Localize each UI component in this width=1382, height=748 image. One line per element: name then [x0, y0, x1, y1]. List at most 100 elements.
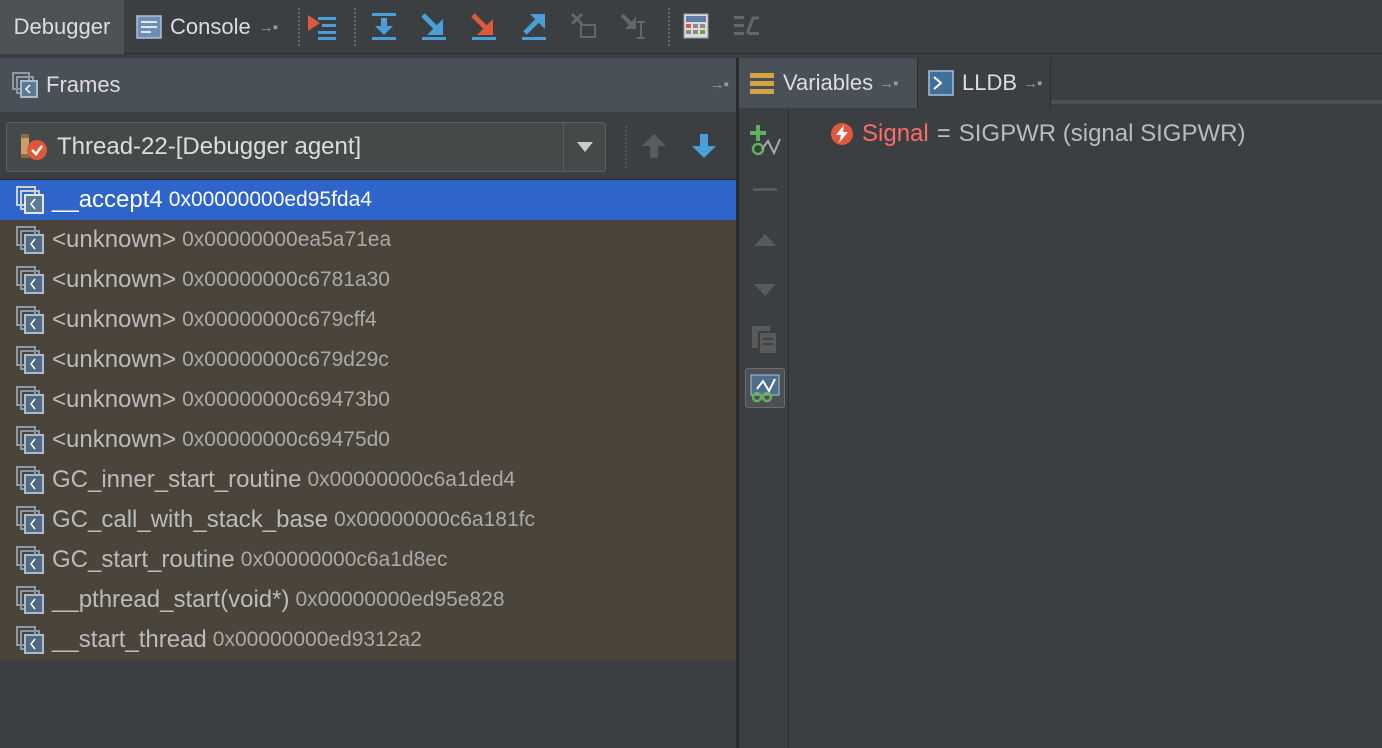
thread-dropdown-button[interactable]: [563, 123, 605, 171]
tab-debugger[interactable]: Debugger: [0, 0, 124, 54]
pin-icon[interactable]: →▪: [710, 76, 729, 93]
frame-address: 0x00000000ed95e828: [295, 588, 505, 611]
step-out-button[interactable]: [516, 8, 552, 44]
debugger-tab-label: Debugger: [13, 14, 111, 39]
frame-name: GC_start_routine: [52, 546, 235, 573]
thread-toolbar: Thread-22-[Debugger agent]: [0, 112, 738, 180]
frame-address: 0x00000000c679d29c: [182, 348, 389, 371]
move-watch-up-button[interactable]: [745, 220, 785, 260]
frame-row[interactable]: <unknown> 0x00000000c679d29c: [0, 340, 736, 380]
stack-frame-icon: [16, 506, 44, 534]
frame-row[interactable]: <unknown> 0x00000000c69475d0: [0, 420, 736, 460]
copy-icon: [750, 324, 780, 356]
trace-icon: [731, 12, 761, 40]
toolbar-separator: [298, 8, 300, 46]
step-into-button[interactable]: [416, 8, 452, 44]
step-over-button[interactable]: [366, 8, 402, 44]
run-to-cursor-icon: [619, 11, 649, 41]
trace-button[interactable]: [728, 8, 764, 44]
force-step-into-button[interactable]: [466, 8, 502, 44]
variables-icon: [749, 70, 775, 96]
frame-row[interactable]: __pthread_start(void*) 0x00000000ed95e82…: [0, 580, 736, 620]
frame-address: 0x00000000c69475d0: [182, 428, 390, 451]
stack-frame-icon: [16, 226, 44, 254]
drop-frame-icon: [569, 11, 599, 41]
frame-address: 0x00000000ed9312a2: [212, 628, 422, 651]
show-watches-toggle[interactable]: [745, 368, 785, 408]
minus-icon: [752, 187, 778, 193]
variables-tab-bar: Variables →▪ LLDB →▪: [739, 58, 1382, 108]
toolbar-separator: [625, 126, 627, 168]
frame-name: __accept4: [52, 186, 163, 213]
frame-name: <unknown>: [52, 266, 177, 293]
stack-frame-icon: [16, 346, 44, 374]
tab-variables[interactable]: Variables →▪: [739, 58, 917, 108]
frame-row[interactable]: __accept4 0x00000000ed95fda4: [0, 180, 736, 220]
frame-name: <unknown>: [52, 426, 177, 453]
frame-name: __pthread_start(void*): [52, 586, 290, 613]
frame-name: GC_call_with_stack_base: [52, 506, 329, 533]
frame-name: <unknown>: [52, 386, 177, 413]
frame-row[interactable]: <unknown> 0x00000000c69473b0: [0, 380, 736, 420]
variables-tab-label: Variables: [783, 70, 874, 95]
duplicate-watch-button[interactable]: [745, 320, 785, 360]
frame-row[interactable]: GC_start_routine 0x00000000c6a1d8ec: [0, 540, 736, 580]
tab-console[interactable]: Console →▪: [124, 0, 296, 54]
frame-address: 0x00000000c679cff4: [182, 308, 377, 331]
frame-name: <unknown>: [52, 306, 177, 333]
variable-row[interactable]: Signal = SIGPWR (signal SIGPWR): [830, 120, 1245, 148]
frame-name: <unknown>: [52, 346, 177, 373]
stack-frame-icon: [16, 426, 44, 454]
stack-frame-icon: [16, 386, 44, 414]
frame-address: 0x00000000ed95fda4: [168, 188, 372, 211]
thread-icon: [19, 132, 49, 162]
next-frame-button[interactable]: [688, 130, 720, 162]
frame-row[interactable]: GC_call_with_stack_base 0x00000000c6a181…: [0, 500, 736, 540]
frame-row[interactable]: <unknown> 0x00000000c679cff4: [0, 300, 736, 340]
triangle-up-icon: [753, 233, 777, 247]
arrow-up-icon: [638, 130, 670, 162]
show-execution-point-button[interactable]: [304, 8, 340, 44]
step-into-icon: [419, 11, 449, 41]
previous-frame-button[interactable]: [638, 130, 670, 162]
frame-address: 0x00000000c6a1d8ec: [240, 548, 448, 571]
remove-watch-button[interactable]: [745, 170, 785, 210]
frame-row[interactable]: <unknown> 0x00000000ea5a71ea: [0, 220, 736, 260]
pin-icon[interactable]: →▪: [259, 19, 278, 36]
add-watch-icon: [748, 123, 782, 157]
frame-address: 0x00000000ea5a71ea: [182, 228, 392, 251]
thread-select[interactable]: Thread-22-[Debugger agent]: [6, 122, 606, 172]
variable-equals: =: [936, 120, 951, 147]
frame-row[interactable]: __start_thread 0x00000000ed9312a2: [0, 620, 736, 660]
stack-frame-icon: [16, 546, 44, 574]
frame-row[interactable]: <unknown> 0x00000000c6781a30: [0, 260, 736, 300]
pin-icon[interactable]: →▪: [879, 75, 898, 92]
toolbar-separator: [668, 8, 670, 46]
evaluate-expression-button[interactable]: [678, 8, 714, 44]
step-over-icon: [369, 11, 399, 41]
stack-frame-icon: [16, 266, 44, 294]
watches-icon: [749, 373, 781, 403]
chevron-down-icon: [576, 141, 594, 153]
stack-frame-icon: [16, 186, 44, 214]
console-icon: [136, 14, 162, 40]
frame-name: __start_thread: [52, 626, 207, 653]
thread-value: Thread-22-[Debugger agent]: [57, 133, 362, 160]
drop-frame-button[interactable]: [566, 8, 602, 44]
frame-address: 0x00000000c6a181fc: [334, 508, 535, 531]
triangle-down-icon: [753, 283, 777, 297]
variable-value: SIGPWR (signal SIGPWR): [958, 120, 1246, 147]
frames-icon: [12, 72, 38, 98]
pin-icon[interactable]: →▪: [1023, 75, 1042, 92]
frame-name: <unknown>: [52, 226, 177, 253]
calculator-icon: [682, 12, 710, 40]
stack-frame-icon: [16, 306, 44, 334]
move-watch-down-button[interactable]: [745, 270, 785, 310]
tab-lldb[interactable]: LLDB →▪: [917, 58, 1051, 108]
frame-row[interactable]: GC_inner_start_routine 0x00000000c6a1ded…: [0, 460, 736, 500]
step-out-icon: [519, 11, 549, 41]
frames-panel-header: Frames →▪: [0, 58, 738, 112]
new-watch-button[interactable]: [745, 120, 785, 160]
run-to-cursor-button[interactable]: [616, 8, 652, 44]
signal-icon: [830, 122, 854, 146]
